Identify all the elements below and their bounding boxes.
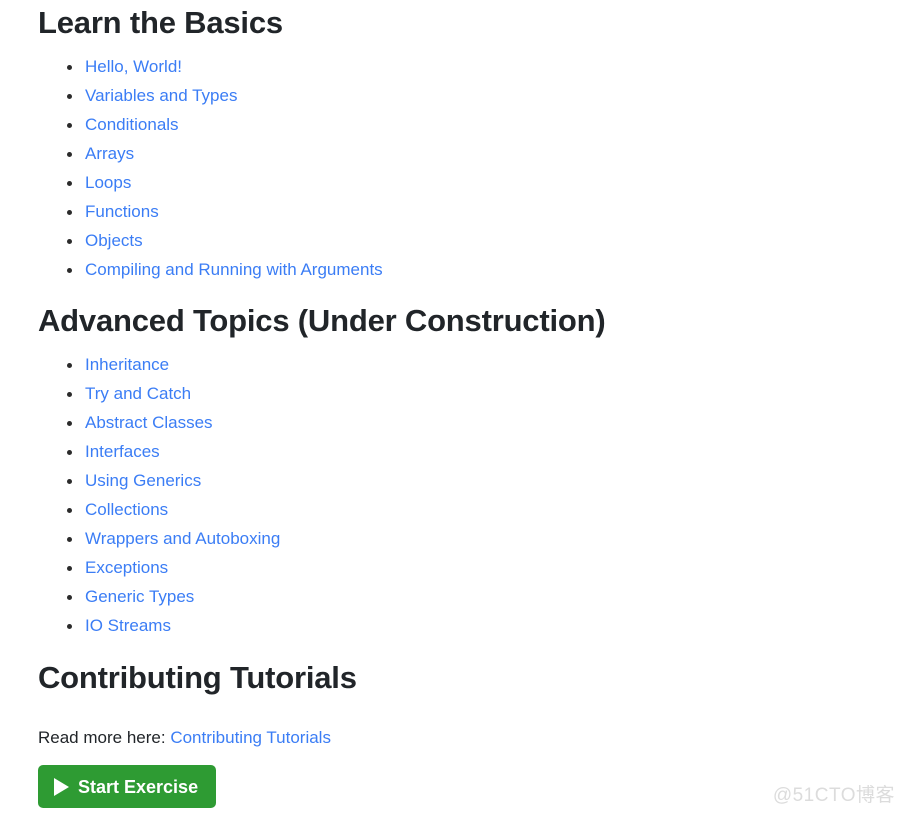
topic-link-exceptions[interactable]: Exceptions — [85, 558, 168, 577]
list-item: Wrappers and Autoboxing — [38, 524, 280, 553]
topic-link-variables-and-types[interactable]: Variables and Types — [85, 86, 237, 105]
page-title-advanced-topics: Advanced Topics (Under Construction) — [38, 303, 606, 338]
topic-link-hello-world[interactable]: Hello, World! — [85, 57, 182, 76]
list-item: Collections — [38, 495, 280, 524]
list-item: IO Streams — [38, 611, 280, 640]
list-item: Interfaces — [38, 437, 280, 466]
watermark: @51CTO博客 — [772, 785, 895, 806]
list-item: Arrays — [38, 139, 383, 168]
list-item: Loops — [38, 168, 383, 197]
bullet-icon — [67, 565, 72, 571]
start-exercise-button[interactable]: Start Exercise — [38, 765, 217, 808]
bullet-icon — [67, 151, 72, 157]
bullet-icon — [67, 122, 72, 128]
topic-link-collections[interactable]: Collections — [85, 500, 168, 519]
bullet-icon — [67, 180, 72, 186]
read-more-label: Read more here: — [38, 728, 166, 747]
topic-link-try-and-catch[interactable]: Try and Catch — [85, 384, 191, 403]
bullet-icon — [67, 391, 72, 397]
topic-link-interfaces[interactable]: Interfaces — [85, 442, 160, 461]
list-item: Conditionals — [38, 110, 383, 139]
bullet-icon — [67, 449, 72, 455]
contributing-tutorials-link[interactable]: Contributing Tutorials — [170, 728, 331, 747]
topic-link-generic-types[interactable]: Generic Types — [85, 587, 194, 606]
start-exercise-button-label: Start Exercise — [78, 776, 199, 797]
list-item: Objects — [38, 226, 383, 255]
bullet-icon — [67, 93, 72, 99]
list-item: Inheritance — [38, 350, 280, 379]
bullet-icon — [67, 594, 72, 600]
list-item: Using Generics — [38, 466, 280, 495]
bullet-icon — [67, 238, 72, 244]
bullet-icon — [67, 209, 72, 215]
topic-link-objects[interactable]: Objects — [85, 231, 143, 250]
page-title-contributing-tutorials: Contributing Tutorials — [38, 660, 357, 695]
topic-link-wrappers-and-autoboxing[interactable]: Wrappers and Autoboxing — [85, 529, 280, 548]
list-item: Variables and Types — [38, 81, 383, 110]
bullet-icon — [67, 536, 72, 542]
play-icon — [54, 777, 69, 796]
topic-link-abstract-classes[interactable]: Abstract Classes — [85, 413, 213, 432]
list-item: Functions — [38, 197, 383, 226]
page-title-learn-the-basics: Learn the Basics — [38, 5, 283, 40]
basics-topic-list: Hello, World! Variables and Types Condit… — [38, 52, 383, 284]
list-item: Generic Types — [38, 582, 280, 611]
bullet-icon — [67, 267, 72, 273]
read-more-paragraph: Read more here: Contributing Tutorials — [38, 727, 331, 749]
topic-link-io-streams[interactable]: IO Streams — [85, 616, 171, 635]
bullet-icon — [67, 64, 72, 70]
advanced-topic-list: Inheritance Try and Catch Abstract Class… — [38, 350, 280, 640]
list-item: Abstract Classes — [38, 408, 280, 437]
page-root: Learn the Basics Hello, World! Variables… — [0, 0, 907, 818]
topic-link-conditionals[interactable]: Conditionals — [85, 115, 179, 134]
bullet-icon — [67, 362, 72, 368]
list-item: Try and Catch — [38, 379, 280, 408]
bullet-icon — [67, 507, 72, 513]
topic-link-functions[interactable]: Functions — [85, 202, 159, 221]
topic-link-inheritance[interactable]: Inheritance — [85, 355, 169, 374]
topic-link-loops[interactable]: Loops — [85, 173, 131, 192]
list-item: Exceptions — [38, 553, 280, 582]
bullet-icon — [67, 623, 72, 629]
bullet-icon — [67, 478, 72, 484]
list-item: Compiling and Running with Arguments — [38, 255, 383, 284]
bullet-icon — [67, 420, 72, 426]
topic-link-compiling-and-running-with-arguments[interactable]: Compiling and Running with Arguments — [85, 260, 383, 279]
topic-link-arrays[interactable]: Arrays — [85, 144, 134, 163]
topic-link-using-generics[interactable]: Using Generics — [85, 471, 201, 490]
list-item: Hello, World! — [38, 52, 383, 81]
